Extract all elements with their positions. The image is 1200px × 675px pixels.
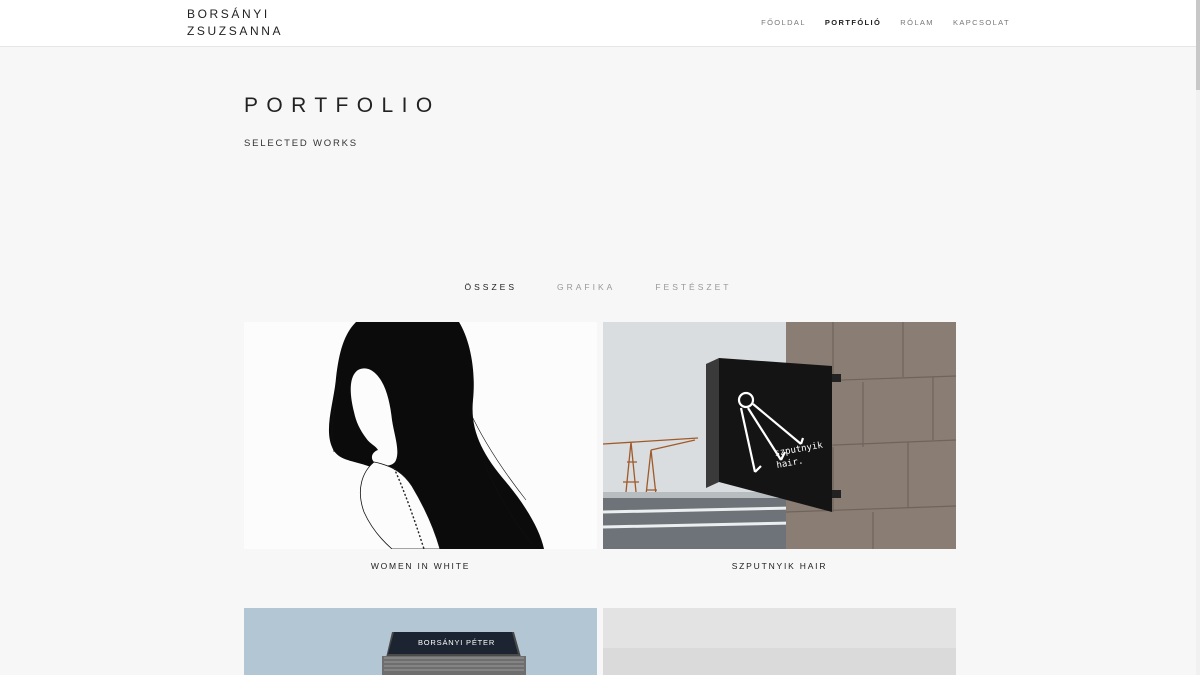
- site-logo[interactable]: BORSÁNYI ZSUZSANNA: [187, 6, 283, 40]
- work-title-women-in-white[interactable]: WOMEN IN WHITE: [244, 561, 597, 571]
- logo-line-2: ZSUZSANNA: [187, 24, 284, 38]
- work-thumbnail-landscape[interactable]: [603, 608, 956, 675]
- nav-item-portfolio[interactable]: PORTFÓLIÓ: [825, 18, 881, 27]
- work-thumbnail-szputnyik-hair[interactable]: szputnyik hair.: [603, 322, 956, 549]
- work-thumbnail-business-cards[interactable]: BORSÁNYI PÉTER: [244, 608, 597, 675]
- page: BORSÁNYI ZSUZSANNA FŐOLDAL PORTFÓLIÓ RÓL…: [0, 0, 1200, 675]
- filter-festeszet[interactable]: FESTÉSZET: [655, 282, 731, 292]
- scrollbar-thumb[interactable]: [1196, 0, 1200, 90]
- site-header: BORSÁNYI ZSUZSANNA FŐOLDAL PORTFÓLIÓ RÓL…: [0, 0, 1196, 47]
- business-card-text: BORSÁNYI PÉTER: [418, 638, 495, 647]
- page-subtitle: SELECTED WORKS: [244, 138, 358, 149]
- filter-grafika[interactable]: GRAFIKA: [557, 282, 615, 292]
- szputnyik-hair-mockup: szputnyik hair.: [603, 322, 956, 549]
- landscape-image: [603, 608, 956, 675]
- women-in-white-illustration: [328, 322, 544, 549]
- portfolio-filters: ÖSSZES GRAFIKA FESTÉSZET: [0, 282, 1196, 292]
- nav-item-fooldal[interactable]: FŐOLDAL: [761, 18, 806, 27]
- business-card-mockup: BORSÁNYI PÉTER: [244, 608, 597, 675]
- page-title: PORTFOLIO: [244, 94, 441, 117]
- page-scrollbar[interactable]: [1196, 0, 1200, 675]
- nav-item-rolam[interactable]: RÓLAM: [900, 18, 934, 27]
- main-nav: FŐOLDAL PORTFÓLIÓ RÓLAM KAPCSOLAT: [761, 18, 1010, 27]
- work-thumbnail-women-in-white[interactable]: [244, 322, 597, 549]
- filter-osszes[interactable]: ÖSSZES: [465, 282, 517, 292]
- work-title-szputnyik-hair[interactable]: SZPUTNYIK HAIR: [603, 561, 956, 571]
- nav-item-kapcsolat[interactable]: KAPCSOLAT: [953, 18, 1010, 27]
- logo-line-1: BORSÁNYI: [187, 7, 270, 21]
